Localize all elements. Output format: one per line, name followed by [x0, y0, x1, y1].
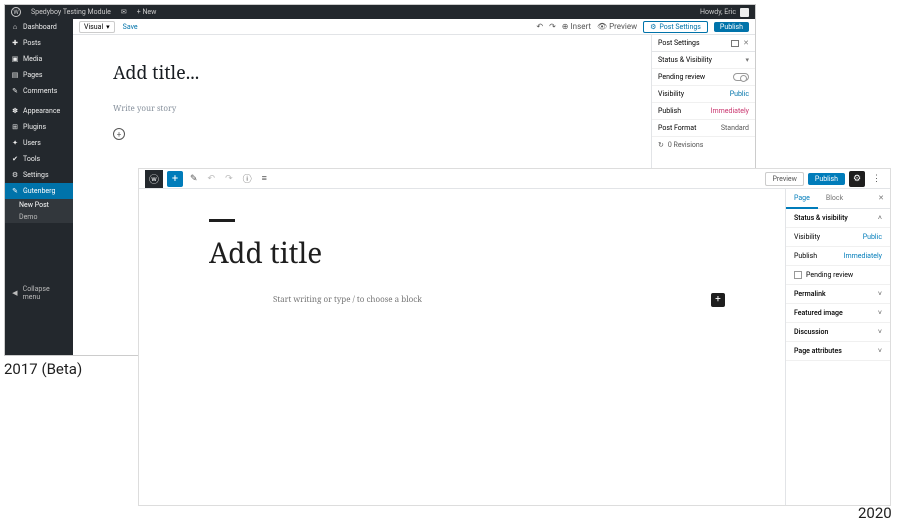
- permalink-section[interactable]: Permalink˅: [786, 285, 890, 304]
- status-visibility-section[interactable]: Status & Visibility▾: [652, 52, 755, 69]
- post-title-input[interactable]: Add title...: [113, 61, 611, 85]
- sidebar-item-appearance[interactable]: ✽Appearance: [5, 103, 73, 119]
- caption-2017: 2017 (Beta): [4, 360, 82, 378]
- sidebar-item-plugins[interactable]: ⊞Plugins: [5, 119, 73, 135]
- chevron-up-icon: ˄: [878, 214, 882, 222]
- post-content-input[interactable]: Write your story: [113, 103, 611, 114]
- publish-row[interactable]: PublishImmediately: [652, 103, 755, 120]
- undo-icon[interactable]: ↶: [205, 174, 219, 184]
- wordpress-logo-icon[interactable]: W: [11, 7, 21, 17]
- pages-icon: ▤: [11, 71, 19, 79]
- gutenberg-icon: ✎: [11, 187, 19, 195]
- chevron-down-icon: ˅: [878, 309, 882, 317]
- settings-panel-2020: Page Block ✕ Status & visibility˄ Visibi…: [785, 189, 890, 505]
- history-icon: ↻: [658, 141, 664, 149]
- featured-image-section[interactable]: Featured image˅: [786, 304, 890, 323]
- preview-button[interactable]: Preview: [765, 172, 803, 186]
- chevron-down-icon: ▾: [745, 56, 749, 64]
- sidebar-item-dashboard[interactable]: ⌂Dashboard: [5, 19, 73, 35]
- gutenberg-2020-panel: ⓦ + ✎ ↶ ↷ ⓘ ≡ Preview Publish ⚙ ⋮ Add ti…: [138, 168, 891, 506]
- pending-review-toggle[interactable]: [733, 73, 749, 81]
- more-menu-icon[interactable]: ⋮: [869, 174, 884, 184]
- publish-button[interactable]: Publish: [714, 22, 749, 32]
- status-visibility-section[interactable]: Status & visibility˄: [786, 209, 890, 228]
- block-prompt[interactable]: Start writing or type / to choose a bloc…: [273, 294, 422, 305]
- save-button[interactable]: Save: [123, 23, 138, 31]
- post-format-row[interactable]: Post FormatStandard: [652, 120, 755, 137]
- outline-icon[interactable]: ≡: [259, 173, 270, 184]
- panel-header: Post Settings ✕: [652, 35, 755, 52]
- visibility-row[interactable]: VisibilityPublic: [786, 228, 890, 247]
- howdy-user[interactable]: Howdy, Eric: [700, 8, 736, 16]
- avatar[interactable]: [740, 8, 749, 17]
- add-block-button[interactable]: +: [113, 128, 125, 140]
- redo-icon[interactable]: ↷: [222, 174, 236, 184]
- post-settings-button[interactable]: ⚙Post Settings: [643, 21, 708, 33]
- sidebar-item-media[interactable]: ▣Media: [5, 51, 73, 67]
- sidebar-sub-demo[interactable]: Demo: [5, 211, 73, 223]
- sidebar-sub-newpost[interactable]: New Post: [5, 199, 73, 211]
- close-panel-icon[interactable]: ✕: [872, 189, 890, 208]
- wordpress-logo-icon[interactable]: ⓦ: [145, 170, 163, 188]
- editor-body-2020[interactable]: Add title Start writing or type / to cho…: [139, 189, 785, 505]
- post-title-input[interactable]: Add title: [209, 234, 715, 272]
- publish-button[interactable]: Publish: [808, 173, 845, 185]
- chevron-down-icon: ˅: [878, 290, 882, 298]
- editor-toolbar-2017: Visual▾ Save ↶ ↷ ⊕ Insert 👁 Preview ⚙Pos…: [73, 19, 755, 35]
- comments-icon: ✎: [11, 87, 19, 95]
- tab-page[interactable]: Page: [786, 189, 818, 209]
- close-panel-icon[interactable]: ✕: [743, 39, 749, 47]
- revisions-row[interactable]: ↻0 Revisions: [652, 137, 755, 153]
- panel-tabs: Page Block ✕: [786, 189, 890, 209]
- info-icon[interactable]: ⓘ: [240, 172, 255, 185]
- caption-2020: 2020: [858, 504, 892, 522]
- new-content[interactable]: + New: [137, 8, 157, 16]
- dashboard-icon: ⌂: [11, 23, 19, 31]
- title-accent: [209, 219, 235, 222]
- settings-toggle[interactable]: ⚙: [849, 171, 865, 187]
- sidebar-item-tools[interactable]: ✔Tools: [5, 151, 73, 167]
- media-icon: ▣: [11, 55, 19, 63]
- collapse-menu[interactable]: ◀Collapse menu: [5, 281, 73, 305]
- posts-icon: ✚: [11, 39, 19, 47]
- edit-mode-icon[interactable]: ✎: [187, 174, 201, 184]
- publish-row[interactable]: PublishImmediately: [786, 247, 890, 266]
- visibility-row[interactable]: VisibilityPublic: [652, 86, 755, 103]
- gear-icon: ⚙: [650, 23, 656, 31]
- visual-mode-select[interactable]: Visual▾: [79, 21, 115, 33]
- appearance-icon: ✽: [11, 107, 19, 115]
- add-block-button[interactable]: +: [711, 293, 725, 307]
- users-icon: ✦: [11, 139, 19, 147]
- pending-review-row: Pending review: [786, 266, 890, 285]
- settings-icon: ⚙: [11, 171, 19, 179]
- discussion-section[interactable]: Discussion˅: [786, 323, 890, 342]
- page-attributes-section[interactable]: Page attributes˅: [786, 342, 890, 361]
- sidebar-item-users[interactable]: ✦Users: [5, 135, 73, 151]
- redo-icon[interactable]: ↷: [549, 22, 556, 31]
- insert-button[interactable]: ⊕ Insert: [562, 22, 591, 31]
- site-name[interactable]: Spedyboy Testing Module: [31, 8, 111, 16]
- sidebar-item-gutenberg[interactable]: ✎Gutenberg: [5, 183, 73, 199]
- undo-icon[interactable]: ↶: [536, 22, 543, 31]
- sidebar-item-pages[interactable]: ▤Pages: [5, 67, 73, 83]
- chevron-down-icon: ˅: [878, 328, 882, 336]
- chevron-down-icon: ˅: [878, 347, 882, 355]
- preview-button[interactable]: 👁 Preview: [597, 22, 637, 31]
- tab-block[interactable]: Block: [818, 189, 851, 208]
- admin-bar: W Spedyboy Testing Module ✉ + New Howdy,…: [5, 5, 755, 19]
- sidebar-item-settings[interactable]: ⚙Settings: [5, 167, 73, 183]
- admin-sidebar: ⌂Dashboard ✚Posts ▣Media ▤Pages ✎Comment…: [5, 19, 73, 355]
- chevron-down-icon: ▾: [106, 23, 110, 31]
- editor-toolbar-2020: ⓦ + ✎ ↶ ↷ ⓘ ≡ Preview Publish ⚙ ⋮: [139, 169, 890, 189]
- comment-icon[interactable]: ✉: [121, 8, 127, 16]
- inserter-toggle[interactable]: +: [167, 171, 183, 187]
- pin-icon[interactable]: [731, 40, 739, 47]
- tools-icon: ✔: [11, 155, 19, 163]
- plugins-icon: ⊞: [11, 123, 19, 131]
- collapse-icon: ◀: [11, 289, 19, 297]
- sidebar-item-posts[interactable]: ✚Posts: [5, 35, 73, 51]
- pending-review-checkbox[interactable]: [794, 271, 802, 279]
- sidebar-item-comments[interactable]: ✎Comments: [5, 83, 73, 99]
- pending-review-row: Pending review: [652, 69, 755, 86]
